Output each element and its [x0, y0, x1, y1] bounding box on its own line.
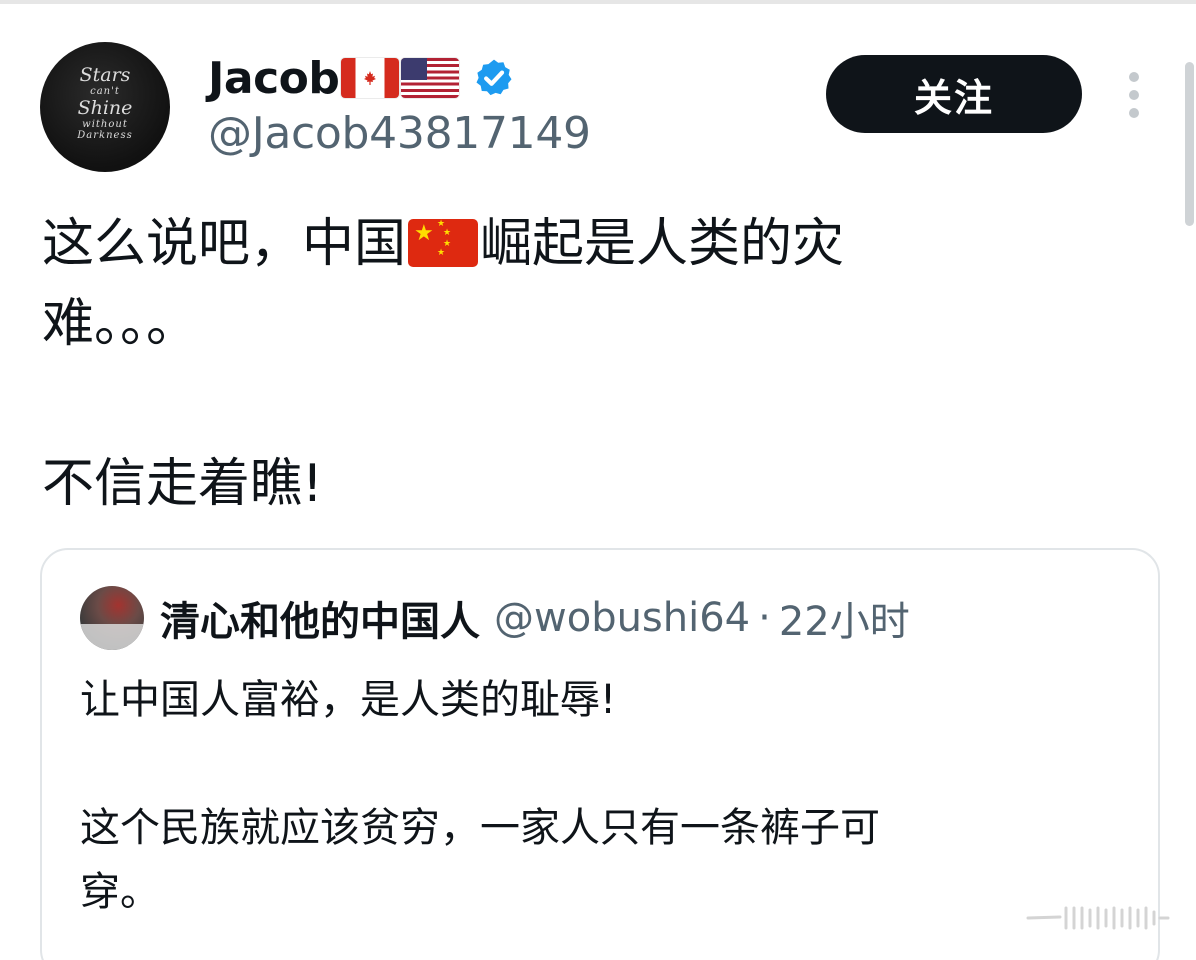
avatar-word: can't [90, 86, 120, 97]
tweet-text-line: 难。。。 [42, 294, 199, 354]
quoted-tweet-header: 清心和他的中国人 @wobushi64 · 22小时 [160, 588, 910, 648]
scrollbar[interactable] [1185, 62, 1194, 226]
watermark-scribble [1026, 906, 1170, 930]
more-dot [1129, 108, 1139, 118]
canada-flag-icon [341, 58, 400, 98]
author-handle[interactable]: @Jacob43817149 [208, 108, 591, 159]
follow-button[interactable]: 关注 [826, 55, 1082, 133]
quoted-text-line: 穿。 [80, 869, 160, 915]
verified-badge-icon [476, 59, 512, 96]
quoted-tweet-text: 让中国人富裕，是人类的耻辱! 这个民族就应该贫穷，一家人只有一条裤子可 穿。 [80, 668, 1040, 924]
tweet-text-line: 不信走着瞧! [42, 454, 323, 514]
quoted-text-line: 让中国人富裕，是人类的耻辱! [80, 677, 617, 723]
tweet-text: 这么说吧，中国 ★ ★ ★ ★ ★ 崛起是人类的灾 难。。。 不信走着瞧! [42, 204, 962, 524]
avatar-word: Darkness [77, 130, 133, 141]
quoted-text-line: 这个民族就应该贫穷，一家人只有一条裤子可 [80, 805, 880, 851]
china-flag-icon: ★ ★ ★ ★ ★ [408, 219, 479, 267]
flag-star: ★ [437, 248, 446, 258]
flag-star: ★ [414, 221, 434, 246]
avatar-word: Shine [77, 97, 133, 119]
more-dot [1129, 90, 1139, 100]
author-name-row[interactable]: Jacob [208, 50, 515, 106]
quoted-avatar[interactable] [80, 586, 144, 650]
tweet-text-segment: 这么说吧，中国 [42, 214, 407, 274]
avatar[interactable]: Stars can't Shine without Darkness [40, 42, 170, 172]
united-states-flag-icon [401, 58, 460, 98]
quoted-timestamp[interactable]: 22小时 [779, 589, 910, 647]
quoted-handle[interactable]: @wobushi64 [494, 595, 750, 641]
quoted-display-name[interactable]: 清心和他的中国人 [160, 589, 480, 647]
avatar-word: Stars [79, 64, 131, 86]
us-flag-canton [401, 58, 428, 80]
more-dot [1129, 72, 1139, 82]
more-options-icon[interactable] [1122, 72, 1146, 118]
tweet-text-segment: 崛起是人类的灾 [480, 214, 845, 274]
top-divider [0, 0, 1196, 4]
avatar-motto: Stars can't Shine without Darkness [40, 64, 170, 142]
flag-star: ★ [443, 228, 452, 238]
tweet-screenshot: Stars can't Shine without Darkness Jacob… [0, 0, 1196, 960]
author-display-name[interactable]: Jacob [208, 53, 340, 104]
quoted-separator: · [758, 595, 771, 641]
avatar-word: without [82, 119, 128, 130]
